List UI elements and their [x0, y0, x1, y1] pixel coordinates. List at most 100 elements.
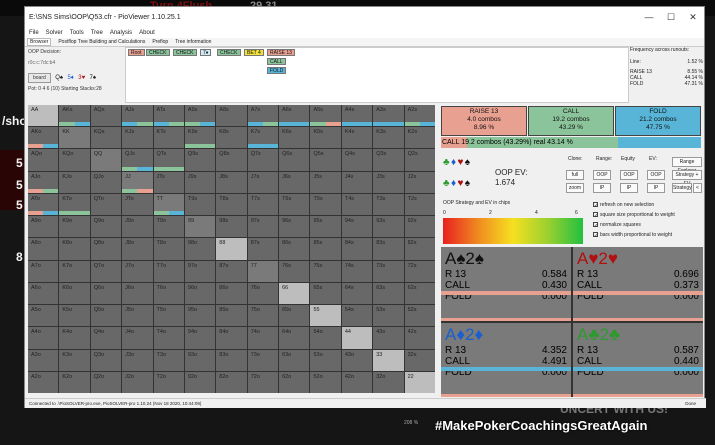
heart-icon-2[interactable]: ♥ [457, 178, 463, 189]
hand-cell[interactable]: K6o [59, 282, 90, 305]
hand-cell[interactable]: J5s [310, 171, 341, 193]
hand-cell[interactable]: T4o [153, 327, 184, 349]
hand-cell[interactable]: 33 [373, 349, 404, 371]
hand-cell[interactable]: 43o [341, 349, 373, 371]
hand-cell[interactable]: Q3o [90, 349, 122, 371]
combo-card[interactable]: A♥2♥ R 13 0.696 CALL 0.373 FOLD 0.000 [573, 247, 703, 321]
hand-cell[interactable]: T5o [153, 305, 184, 327]
hand-cell[interactable]: KTo [59, 193, 90, 216]
hand-cell[interactable]: Q4o [90, 327, 122, 349]
hand-cell[interactable]: Q9s [184, 149, 216, 171]
tab-tree-information[interactable]: Tree information [175, 39, 211, 45]
bars-width-checkbox[interactable]: ✓ bars width proportional to weight [593, 232, 672, 239]
hand-cell[interactable]: J4o [122, 327, 153, 349]
hand-cell[interactable]: 76o [247, 282, 279, 305]
hand-cell[interactable]: 99 [184, 216, 216, 238]
hand-cell[interactable]: K2s [404, 127, 435, 149]
hand-cell[interactable]: 65o [279, 305, 310, 327]
hand-cell[interactable]: 98o [184, 238, 216, 260]
hand-cell[interactable]: 92s [404, 216, 435, 238]
hand-cell[interactable]: 65s [310, 282, 341, 305]
hand-cell[interactable]: A9o [28, 216, 59, 238]
heart-icon[interactable]: ♥ [457, 157, 463, 168]
tree-node-bet[interactable]: BET 4 [244, 49, 264, 56]
menu-analysis[interactable]: Analysis [110, 30, 132, 36]
hand-cell[interactable]: T8s [216, 193, 247, 216]
combo-card[interactable]: A♦2♦ R 13 4.352 CALL 4.491 FOLD 0.000 [441, 323, 571, 397]
hand-cell[interactable]: Q4s [341, 149, 373, 171]
hand-cell[interactable]: T7o [153, 260, 184, 282]
hand-cell[interactable]: Q6o [90, 282, 122, 305]
hand-cell[interactable]: Q9o [90, 216, 122, 238]
hand-cell[interactable]: A2s [404, 105, 435, 127]
hand-cell[interactable]: J4s [341, 171, 373, 193]
hand-cell[interactable]: A6s [279, 105, 310, 127]
hand-cell[interactable]: 63s [373, 282, 404, 305]
hand-cell[interactable]: 74s [341, 260, 373, 282]
hand-cell[interactable]: QTo [90, 193, 122, 216]
spade-icon[interactable]: ♠ [465, 157, 470, 168]
hand-cell[interactable]: 43s [373, 327, 404, 349]
hand-cell[interactable]: 72o [247, 371, 279, 393]
hand-cell[interactable]: AQs [90, 105, 122, 127]
hand-cell[interactable]: KTs [153, 127, 184, 149]
hand-cell[interactable]: 42o [341, 371, 373, 393]
hand-cell[interactable]: J9s [184, 171, 216, 193]
hand-cell[interactable]: 54s [341, 305, 373, 327]
hand-cell[interactable]: K2o [59, 371, 90, 393]
hand-cell[interactable]: 66 [279, 282, 310, 305]
close-icon[interactable]: ✕ [682, 12, 704, 23]
hand-cell[interactable]: Q7o [90, 260, 122, 282]
hand-cell[interactable]: 84s [341, 238, 373, 260]
hand-cell[interactable]: A8s [216, 105, 247, 127]
hand-cell[interactable]: J7o [122, 260, 153, 282]
hand-cell[interactable]: 88 [216, 238, 247, 260]
hand-cell[interactable]: 86s [279, 238, 310, 260]
hand-cell[interactable]: 98s [216, 216, 247, 238]
menu-solver[interactable]: Solver [46, 30, 63, 36]
tree-node-raise[interactable]: RAISE 13 [267, 49, 295, 56]
hand-cell[interactable]: A6o [28, 282, 59, 305]
hand-cell[interactable]: KQo [59, 149, 90, 171]
hand-cell[interactable]: Q5o [90, 305, 122, 327]
diamond-icon[interactable]: ♦ [451, 157, 456, 168]
hand-cell[interactable]: 94s [341, 216, 373, 238]
hand-cell[interactable]: Q8o [90, 238, 122, 260]
hand-cell[interactable]: 52o [310, 371, 341, 393]
hand-cell[interactable]: K3o [59, 349, 90, 371]
hand-cell[interactable]: AKo [28, 127, 59, 149]
ev-oop-button[interactable]: OOP [647, 170, 665, 180]
hand-cell[interactable]: Q7s [247, 149, 279, 171]
action-raise-box[interactable]: RAISE 13 4.0 combos 8.96 % [441, 106, 527, 136]
hand-cell[interactable]: J3s [373, 171, 404, 193]
tree-node-call[interactable]: CALL [267, 58, 286, 65]
hand-cell[interactable]: A4o [28, 327, 59, 349]
hand-cell[interactable]: 96o [184, 282, 216, 305]
hand-cell[interactable]: 62s [404, 282, 435, 305]
action-fold-box[interactable]: FOLD 21.2 combos 47.75 % [615, 106, 701, 136]
diamond-icon-2[interactable]: ♦ [451, 178, 456, 189]
hand-cell[interactable]: 73s [373, 260, 404, 282]
hand-cell[interactable]: T8o [153, 238, 184, 260]
hand-cell[interactable]: TT [153, 193, 184, 216]
hand-cell[interactable]: 85s [310, 238, 341, 260]
hand-cell[interactable]: 97s [247, 216, 279, 238]
ev-ip-button[interactable]: IP [647, 183, 665, 193]
tree-node-turn-card[interactable]: 7♦ [200, 49, 212, 56]
hand-cell[interactable]: Q5s [310, 149, 341, 171]
minimize-icon[interactable]: — [638, 12, 660, 22]
hand-cell[interactable]: 76s [279, 260, 310, 282]
hand-cell[interactable]: K6s [279, 127, 310, 149]
hand-cell[interactable]: JJ [122, 171, 153, 193]
hand-cell[interactable]: KK [59, 127, 90, 149]
hand-cell[interactable]: ATs [153, 105, 184, 127]
hand-cell[interactable]: A7o [28, 260, 59, 282]
hand-cell[interactable]: K9o [59, 216, 90, 238]
hand-cell[interactable]: 85o [216, 305, 247, 327]
hand-cell[interactable]: 84o [216, 327, 247, 349]
action-call-box[interactable]: CALL 19.2 combos 43.29 % [528, 106, 614, 136]
hand-cell[interactable]: QQ [90, 149, 122, 171]
range-explorer-button[interactable]: Range Explorer [672, 157, 702, 174]
hand-cell[interactable]: 72s [404, 260, 435, 282]
hand-cell[interactable]: K8s [216, 127, 247, 149]
